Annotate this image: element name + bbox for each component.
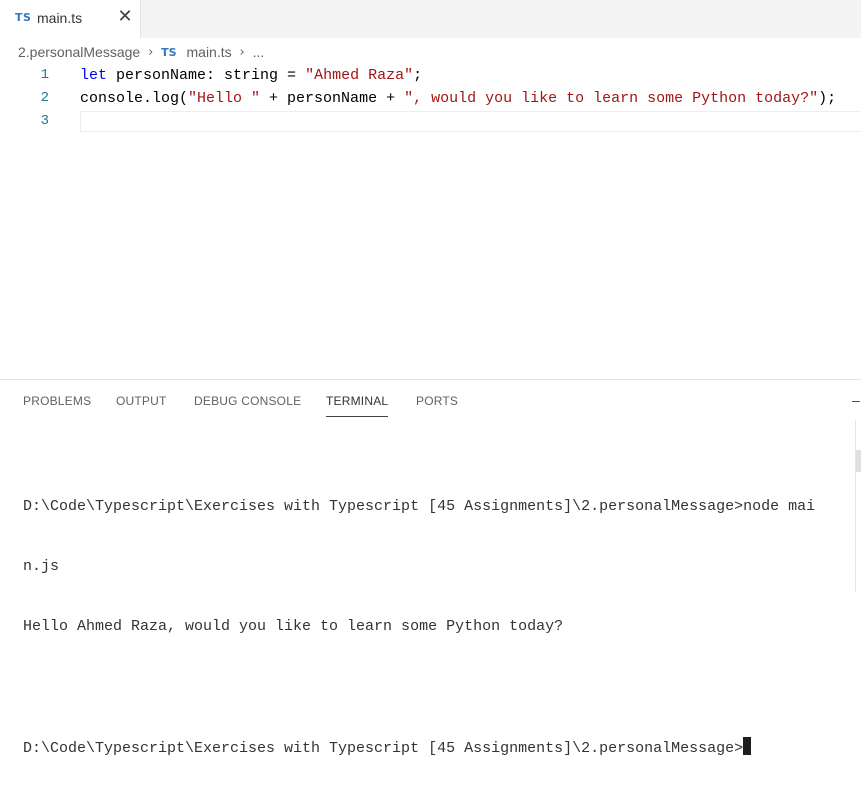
typescript-file-icon: TS xyxy=(15,11,32,24)
terminal-cursor xyxy=(743,737,752,755)
bottom-panel: PROBLEMS OUTPUT DEBUG CONSOLE TERMINAL P… xyxy=(0,379,861,757)
tab-output[interactable]: OUTPUT xyxy=(116,394,167,408)
tab-ports[interactable]: PORTS xyxy=(416,394,458,408)
current-line-highlight xyxy=(80,111,861,132)
tab-label: main.ts xyxy=(37,10,83,26)
breadcrumb: 2.personalMessage › TS main.ts › ... xyxy=(18,43,264,63)
panel-minimize-icon[interactable]: – xyxy=(852,392,860,408)
terminal-prompt: D:\Code\Typescript\Exercises with Typesc… xyxy=(23,740,744,757)
terminal-prompt-line[interactable]: D:\Code\Typescript\Exercises with Typesc… xyxy=(23,737,815,757)
code-token: ); xyxy=(818,90,837,107)
chevron-right-icon: › xyxy=(148,44,154,60)
terminal-line: D:\Code\Typescript\Exercises with Typesc… xyxy=(23,498,816,515)
breadcrumb-file[interactable]: main.ts xyxy=(187,44,232,60)
line-number: 3 xyxy=(40,113,49,129)
tab-debug-console[interactable]: DEBUG CONSOLE xyxy=(194,394,301,408)
tab-terminal[interactable]: TERMINAL xyxy=(326,394,388,408)
typescript-file-icon: TS xyxy=(161,45,177,59)
code-editor[interactable]: 1 let personName: string = "Ahmed Raza";… xyxy=(0,64,861,364)
code-token: + personName + xyxy=(260,90,405,107)
breadcrumb-folder[interactable]: 2.personalMessage xyxy=(18,44,140,60)
code-line[interactable]: 2 console.log("Hello " + personName + ",… xyxy=(0,87,861,110)
scrollbar-thumb[interactable] xyxy=(856,450,861,472)
editor-tab-bar: TS main.ts ✕ xyxy=(0,0,861,38)
code-string: "Ahmed Raza" xyxy=(305,67,414,84)
code-text[interactable]: let personName: string = "Ahmed Raza"; xyxy=(80,64,422,87)
scrollbar-track[interactable] xyxy=(855,420,861,592)
code-token: personName: string = xyxy=(107,67,306,84)
code-text[interactable]: console.log("Hello " + personName + ", w… xyxy=(80,87,836,110)
code-string: ", would you like to learn some Python t… xyxy=(404,90,819,107)
code-token: ; xyxy=(413,67,423,84)
terminal-output[interactable]: D:\Code\Typescript\Exercises with Typesc… xyxy=(23,457,815,797)
tab-main-ts[interactable]: TS main.ts ✕ xyxy=(0,0,141,38)
code-string: "Hello " xyxy=(188,90,261,107)
active-tab-indicator xyxy=(326,416,388,417)
code-line[interactable]: 1 let personName: string = "Ahmed Raza"; xyxy=(0,64,861,87)
code-token: console.log( xyxy=(80,90,189,107)
panel-tab-bar: PROBLEMS OUTPUT DEBUG CONSOLE TERMINAL P… xyxy=(0,380,861,420)
breadcrumb-more[interactable]: ... xyxy=(253,44,265,60)
line-number: 1 xyxy=(40,67,49,83)
code-keyword: let xyxy=(80,67,108,84)
terminal-line: n.js xyxy=(23,558,60,575)
terminal-line: Hello Ahmed Raza, would you like to lear… xyxy=(23,618,564,635)
line-number: 2 xyxy=(40,90,49,106)
tab-problems[interactable]: PROBLEMS xyxy=(23,394,91,408)
close-icon[interactable]: ✕ xyxy=(115,6,135,28)
chevron-right-icon: › xyxy=(239,44,245,60)
